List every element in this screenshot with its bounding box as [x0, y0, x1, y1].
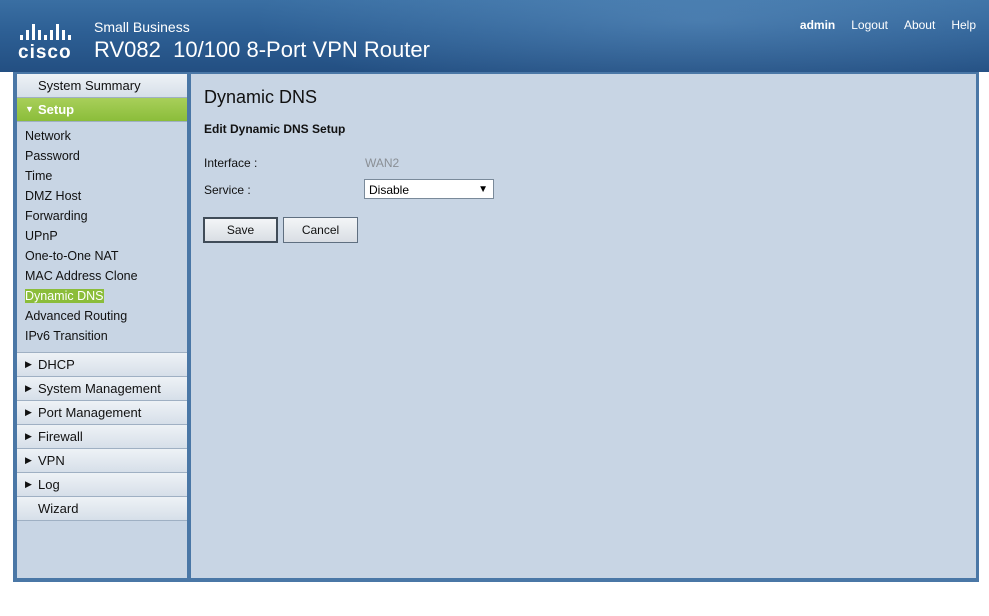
cancel-button[interactable]: Cancel: [283, 217, 358, 243]
subnav-item-one-to-one-nat[interactable]: One-to-One NAT: [17, 246, 187, 266]
subnav-item-dynamic-dns[interactable]: Dynamic DNS: [17, 286, 187, 306]
sidebar-item-label: VPN: [38, 453, 65, 468]
subnav-item-mac-address-clone[interactable]: MAC Address Clone: [17, 266, 187, 286]
sidebar-item-wizard[interactable]: Wizard: [17, 497, 187, 521]
sidebar-item-label: Wizard: [38, 501, 79, 516]
sidebar-item-log[interactable]: ▶ Log: [17, 473, 187, 497]
subnav-label: Forwarding: [25, 209, 88, 223]
service-selected-value: Disable: [369, 183, 410, 197]
save-button[interactable]: Save: [203, 217, 278, 243]
triangle-right-icon: ▶: [25, 479, 32, 489]
app-header: cisco Small Business RV082 10/100 8-Port…: [0, 0, 989, 72]
cisco-logo: cisco: [18, 24, 82, 64]
service-label: Service :: [204, 183, 251, 197]
sidebar-item-label: Log: [38, 477, 60, 492]
sidebar-item-dhcp[interactable]: ▶ DHCP: [17, 352, 187, 377]
triangle-right-icon: ▶: [25, 431, 32, 441]
help-link[interactable]: Help: [951, 18, 976, 32]
triangle-down-icon: ▼: [25, 104, 34, 114]
subnav-item-forwarding[interactable]: Forwarding: [17, 206, 187, 226]
subnav-item-upnp[interactable]: UPnP: [17, 226, 187, 246]
triangle-right-icon: ▶: [25, 407, 32, 417]
setup-subnav: Network Password Time DMZ Host Forwardin…: [17, 122, 187, 352]
sidebar-item-label: DHCP: [38, 357, 75, 372]
subnav-label: MAC Address Clone: [25, 269, 138, 283]
triangle-right-icon: ▶: [25, 383, 32, 393]
subnav-label: Password: [25, 149, 80, 163]
page-title: Dynamic DNS: [204, 87, 318, 107]
subnav-item-password[interactable]: Password: [17, 146, 187, 166]
triangle-right-icon: ▶: [25, 455, 32, 465]
subnav-label: Time: [25, 169, 53, 183]
subnav-item-network[interactable]: Network: [17, 126, 187, 146]
sidebar-item-label: Port Management: [38, 405, 142, 420]
caret-down-icon: ▼: [478, 184, 488, 195]
interface-value: WAN2: [365, 156, 400, 170]
subnav-label: One-to-One NAT: [25, 249, 119, 263]
sidebar: System Summary ▼ Setup Network Password …: [17, 74, 187, 578]
triangle-right-icon: ▶: [25, 359, 32, 369]
subnav-item-time[interactable]: Time: [17, 166, 187, 186]
top-links: admin Logout About Help: [800, 18, 976, 32]
section-title: Edit Dynamic DNS Setup: [204, 122, 346, 136]
interface-label: Interface :: [204, 156, 258, 170]
subnav-item-advanced-routing[interactable]: Advanced Routing: [17, 306, 187, 326]
subnav-item-ipv6-transition[interactable]: IPv6 Transition: [17, 326, 187, 346]
content-panel: Dynamic DNS Edit Dynamic DNS Setup Inter…: [191, 74, 976, 578]
subnav-label: DMZ Host: [25, 189, 82, 203]
cisco-logo-bars-icon: [20, 24, 82, 40]
subnav-label: IPv6 Transition: [25, 329, 108, 343]
sidebar-item-port-management[interactable]: ▶ Port Management: [17, 401, 187, 425]
subnav-label: Dynamic DNS: [25, 289, 104, 303]
subnav-label: UPnP: [25, 229, 58, 243]
sidebar-item-label: Setup: [38, 102, 75, 117]
sidebar-item-setup[interactable]: ▼ Setup: [17, 98, 187, 122]
sidebar-item-label: Firewall: [38, 429, 83, 444]
user-name: admin: [799, 18, 836, 32]
subnav-label: Network: [25, 129, 71, 143]
sidebar-item-system-summary[interactable]: System Summary: [17, 74, 187, 98]
sidebar-item-label: System Management: [38, 381, 161, 396]
logout-link[interactable]: Logout: [851, 18, 888, 32]
brand-wordmark: cisco: [18, 42, 72, 63]
sidebar-item-system-management[interactable]: ▶ System Management: [17, 377, 187, 401]
service-select[interactable]: Disable ▼: [364, 179, 494, 199]
subnav-label: Advanced Routing: [25, 309, 128, 323]
subnav-item-dmz-host[interactable]: DMZ Host: [17, 186, 187, 206]
about-link[interactable]: About: [904, 18, 935, 32]
product-title: RV082 10/100 8-Port VPN Router: [94, 37, 430, 62]
small-business-label: Small Business: [94, 19, 190, 35]
sidebar-item-label: System Summary: [38, 78, 141, 93]
sidebar-item-firewall[interactable]: ▶ Firewall: [17, 425, 187, 449]
sidebar-item-vpn[interactable]: ▶ VPN: [17, 449, 187, 473]
